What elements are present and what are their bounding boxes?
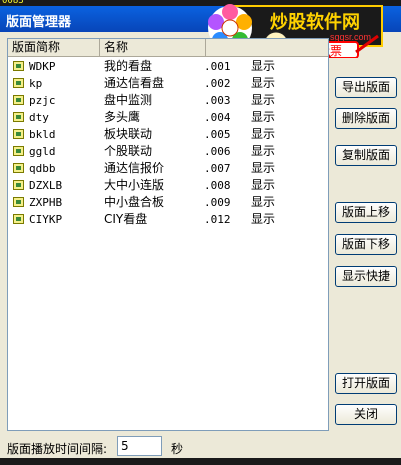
column-header-extra[interactable] bbox=[206, 39, 328, 56]
item-name: 个股联动 bbox=[104, 144, 153, 158]
list-item[interactable]: ggld 个股联动 .006 显示 bbox=[8, 143, 328, 160]
item-short: WDKP bbox=[29, 60, 56, 73]
item-status: 显示 bbox=[251, 212, 276, 226]
background-strip-bottom bbox=[0, 458, 401, 465]
item-status: 显示 bbox=[251, 178, 276, 192]
item-short: qdbb bbox=[29, 162, 56, 175]
item-code: .005 bbox=[204, 128, 231, 141]
item-code: .008 bbox=[204, 179, 231, 192]
export-layout-button[interactable]: 导出版面 bbox=[335, 77, 397, 98]
item-name: 通达信看盘 bbox=[104, 76, 165, 90]
layout-icon bbox=[13, 180, 24, 190]
item-short: kp bbox=[29, 77, 43, 90]
column-header-short[interactable]: 版面简称 bbox=[8, 39, 100, 56]
item-code: .009 bbox=[204, 196, 231, 209]
list-item[interactable]: dty 多头鹰 .004 显示 bbox=[8, 109, 328, 126]
layout-icon bbox=[13, 129, 24, 139]
list-item[interactable]: pzjc 盘中监测 .003 显示 bbox=[8, 92, 328, 109]
item-short: ZXPHB bbox=[29, 196, 63, 209]
item-status: 显示 bbox=[251, 76, 276, 90]
list-item[interactable]: DZXLB 大中小连版 .008 显示 bbox=[8, 177, 328, 194]
item-name: CIY看盘 bbox=[104, 212, 148, 226]
layout-icon bbox=[13, 95, 24, 105]
window-title: 版面管理器 bbox=[6, 15, 72, 30]
item-status: 显示 bbox=[251, 59, 276, 73]
item-short: bkld bbox=[29, 128, 56, 141]
item-short: ggld bbox=[29, 145, 56, 158]
layout-icon bbox=[13, 163, 24, 173]
item-status: 显示 bbox=[251, 127, 276, 141]
interval-label: 版面播放时间间隔: bbox=[7, 442, 108, 456]
layout-icon bbox=[13, 197, 24, 207]
item-name: 大中小连版 bbox=[104, 178, 165, 192]
item-name: 板块联动 bbox=[104, 127, 153, 141]
interval-unit: 秒 bbox=[171, 442, 184, 456]
copy-layout-button[interactable]: 复制版面 bbox=[335, 145, 397, 166]
list-item[interactable]: CIYKP CIY看盘 .012 显示 bbox=[8, 211, 328, 228]
interval-input[interactable]: 5 bbox=[117, 436, 162, 456]
item-short: pzjc bbox=[29, 94, 56, 107]
list-item[interactable]: WDKP 我的看盘 .001 显示 bbox=[8, 58, 328, 75]
open-layout-button[interactable]: 打开版面 bbox=[335, 373, 397, 394]
move-down-button[interactable]: 版面下移 bbox=[335, 234, 397, 255]
item-status: 显示 bbox=[251, 144, 276, 158]
list-item[interactable]: qdbb 通达信报价 .007 显示 bbox=[8, 160, 328, 177]
show-shortcut-button[interactable]: 显示快捷 bbox=[335, 266, 397, 287]
move-up-button[interactable]: 版面上移 bbox=[335, 202, 397, 223]
item-status: 显示 bbox=[251, 93, 276, 107]
item-status: 显示 bbox=[251, 110, 276, 124]
layout-icon bbox=[13, 61, 24, 71]
column-header-name[interactable]: 名称 bbox=[100, 39, 206, 56]
item-code: .006 bbox=[204, 145, 231, 158]
list-item[interactable]: kp 通达信看盘 .002 显示 bbox=[8, 75, 328, 92]
logo-site-text: sgqsr.com bbox=[330, 32, 371, 42]
item-code: .007 bbox=[204, 162, 231, 175]
delete-layout-button[interactable]: 删除版面 bbox=[335, 108, 397, 129]
layout-icon bbox=[13, 78, 24, 88]
item-code: .001 bbox=[204, 60, 231, 73]
layout-icon bbox=[13, 214, 24, 224]
item-code: .002 bbox=[204, 77, 231, 90]
layout-icon bbox=[13, 146, 24, 156]
item-name: 我的看盘 bbox=[104, 59, 153, 73]
list-item[interactable]: bkld 板块联动 .005 显示 bbox=[8, 126, 328, 143]
item-code: .012 bbox=[204, 213, 231, 226]
item-code: .004 bbox=[204, 111, 231, 124]
item-name: 盘中监测 bbox=[104, 93, 153, 107]
list-header: 版面简称 名称 bbox=[8, 39, 328, 57]
item-name: 通达信报价 bbox=[104, 161, 165, 175]
item-status: 显示 bbox=[251, 195, 276, 209]
item-short: dty bbox=[29, 111, 49, 124]
item-code: .003 bbox=[204, 94, 231, 107]
item-name: 多头鹰 bbox=[104, 110, 141, 124]
list-item[interactable]: ZXPHB 中小盘合板 .009 显示 bbox=[8, 194, 328, 211]
item-name: 中小盘合板 bbox=[104, 195, 165, 209]
item-status: 显示 bbox=[251, 161, 276, 175]
item-short: DZXLB bbox=[29, 179, 63, 192]
layout-list[interactable]: 版面简称 名称 WDKP 我的看盘 .001 显示 kp 通达信看盘 .002 … bbox=[7, 38, 329, 431]
close-button[interactable]: 关闭 bbox=[335, 404, 397, 425]
layout-icon bbox=[13, 112, 24, 122]
item-short: CIYKP bbox=[29, 213, 63, 226]
logo-brand-text: 炒股软件网 bbox=[270, 11, 360, 32]
